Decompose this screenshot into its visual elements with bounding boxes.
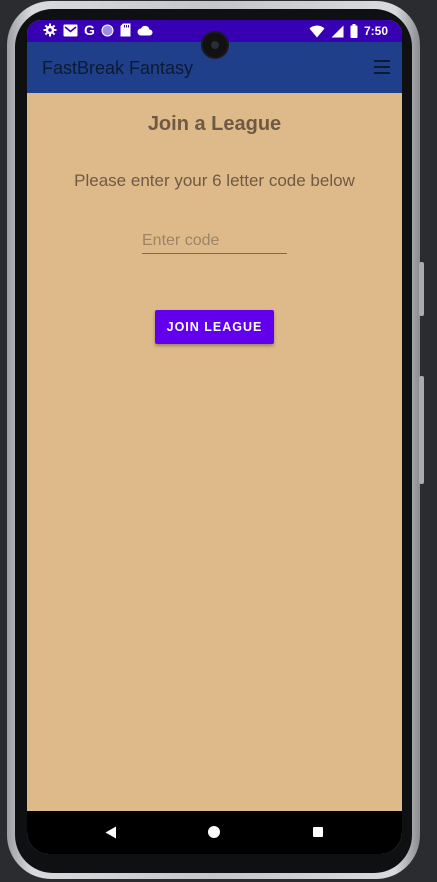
join-league-button[interactable]: JOIN LEAGUE [155,310,274,344]
league-code-input[interactable] [142,229,287,254]
status-time: 7:50 [363,24,388,38]
screen: G 7:50 FastBreak Fantasy Join a League P… [27,20,402,854]
sd-card-icon [120,23,131,37]
cloud-icon [137,25,153,35]
back-triangle-icon[interactable] [105,826,117,839]
instructions-text: Please enter your 6 letter code below [74,171,355,190]
wifi-icon [309,25,325,37]
system-icons: 7:50 [309,23,388,39]
recents-square-icon[interactable] [313,827,323,837]
notification-icons: G [43,23,153,37]
app-title: FastBreak Fantasy [42,58,194,78]
battery-icon [350,24,358,38]
navigation-bar [27,811,402,854]
gmail-icon [63,24,78,36]
home-circle-icon[interactable] [208,826,220,838]
signal-icon [331,25,344,37]
power-button [419,262,424,316]
volume-button [419,376,424,484]
page-title: Join a League [147,113,282,135]
google-icon: G [84,22,95,38]
front-camera [203,33,227,57]
menu-button[interactable] [370,55,394,79]
settings-icon [43,23,57,37]
circle-icon [101,24,114,36]
